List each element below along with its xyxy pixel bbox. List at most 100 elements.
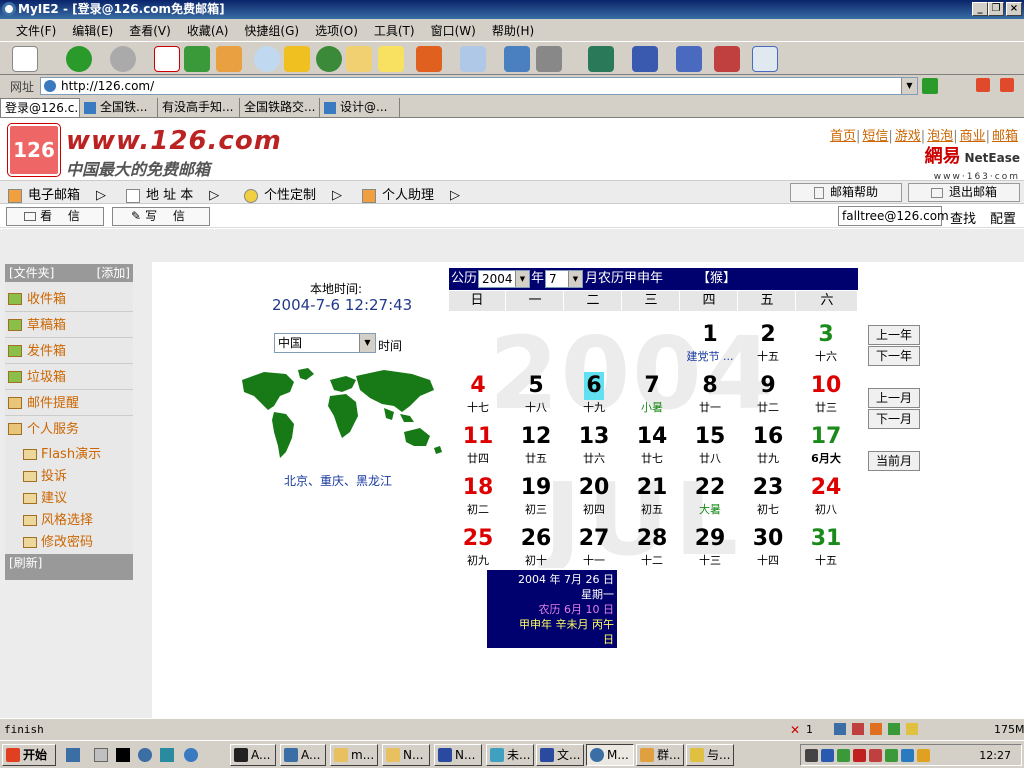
- home-icon[interactable]: [216, 46, 242, 72]
- menu-view[interactable]: 查看(V): [121, 19, 179, 39]
- calendar-day-18[interactable]: 18 初二: [449, 468, 507, 519]
- address-dropdown-icon[interactable]: ▼: [901, 78, 917, 94]
- folder-personal[interactable]: 个人服务: [5, 418, 133, 442]
- quicklaunch-4-icon[interactable]: [138, 748, 152, 762]
- calendar-day-9[interactable]: 9 廿二: [739, 366, 797, 417]
- menu-tools[interactable]: 工具(T): [366, 19, 423, 39]
- calendar-day-17[interactable]: 17 6月大: [797, 417, 855, 468]
- volume-icon[interactable]: [805, 749, 818, 762]
- folder-icon[interactable]: [346, 46, 372, 72]
- undo-close-icon[interactable]: [632, 46, 658, 72]
- quicklaunch-2-icon[interactable]: [94, 748, 108, 762]
- refresh-icon[interactable]: [184, 46, 210, 72]
- collector-icon[interactable]: [460, 46, 486, 72]
- proxy-icon[interactable]: [536, 46, 562, 72]
- chevron-down-icon[interactable]: ▼: [359, 334, 375, 352]
- close-tab-icon[interactable]: [976, 78, 990, 92]
- config-link[interactable]: 配置: [990, 208, 1016, 227]
- calendar-day-15[interactable]: 15 廿八: [681, 417, 739, 468]
- search-icon[interactable]: [254, 46, 280, 72]
- nav-email[interactable]: 电子邮箱 ▷: [8, 184, 106, 203]
- quicklaunch-ie-icon[interactable]: [184, 748, 198, 762]
- calendar-day-28[interactable]: 28 十二: [623, 519, 681, 568]
- next-month-button[interactable]: 下一月: [868, 409, 920, 429]
- menu-file[interactable]: 文件(F): [0, 19, 64, 39]
- task-3[interactable]: m...: [330, 744, 378, 766]
- new-window-icon[interactable]: [504, 46, 530, 72]
- sub-style[interactable]: 风格选择: [21, 510, 93, 532]
- world-map[interactable]: [234, 366, 446, 470]
- tray-ime-icon[interactable]: [917, 749, 930, 762]
- calendar-day-24[interactable]: 24 初八: [797, 468, 855, 519]
- restore-button[interactable]: ❐: [988, 2, 1004, 16]
- tray-qq-icon[interactable]: [885, 749, 898, 762]
- calendar-day-13[interactable]: 13 廿六: [565, 417, 623, 468]
- prev-year-button[interactable]: 上一年: [868, 325, 920, 345]
- calendar-day-14[interactable]: 14 廿七: [623, 417, 681, 468]
- calendar-day-2[interactable]: 2 十五: [739, 315, 797, 366]
- popup-blocked-icon[interactable]: ✕: [790, 723, 800, 737]
- current-month-button[interactable]: 当前月: [868, 451, 920, 471]
- status-icon-5[interactable]: [906, 723, 918, 735]
- menu-help[interactable]: 帮助(H): [484, 19, 542, 39]
- new-page-icon[interactable]: [12, 46, 38, 72]
- calendar-day-19[interactable]: 19 初三: [507, 468, 565, 519]
- task-10[interactable]: 与...: [686, 744, 734, 766]
- menu-groups[interactable]: 快捷组(G): [236, 19, 307, 39]
- tray-media-icon[interactable]: [821, 749, 834, 762]
- close-all-icon[interactable]: [1000, 78, 1014, 92]
- tile-icon[interactable]: [676, 46, 702, 72]
- month-select[interactable]: 7 ▼: [545, 270, 583, 288]
- search-link[interactable]: 查找: [950, 208, 976, 227]
- folder-reminder[interactable]: 邮件提醒: [5, 392, 133, 416]
- task-9[interactable]: 群...: [636, 744, 684, 766]
- calendar-day-11[interactable]: 11 廿四: [449, 417, 507, 468]
- tray-antivirus-icon[interactable]: [853, 749, 866, 762]
- sub-suggestion[interactable]: 建议: [21, 488, 67, 510]
- encoding-icon[interactable]: [416, 46, 442, 72]
- calendar-day-26[interactable]: 26 初十: [507, 519, 565, 568]
- quicklaunch-5-icon[interactable]: [160, 748, 174, 762]
- close-window-button[interactable]: ×: [1006, 2, 1022, 16]
- menu-options[interactable]: 选项(O): [307, 19, 366, 39]
- minimize-button[interactable]: _: [972, 2, 988, 16]
- task-6[interactable]: 未...: [486, 744, 534, 766]
- menu-edit[interactable]: 编辑(E): [64, 19, 121, 39]
- year-select[interactable]: 2004 ▼: [478, 270, 530, 288]
- task-8-active[interactable]: M...: [586, 744, 634, 766]
- favorites-star-icon[interactable]: [284, 46, 310, 72]
- folder-drafts[interactable]: 草稿箱: [5, 314, 133, 338]
- calendar-day-23[interactable]: 23 初七: [739, 468, 797, 519]
- chevron-down-icon[interactable]: ▼: [515, 271, 529, 287]
- status-icon-1[interactable]: [834, 723, 846, 735]
- task-4[interactable]: N...: [382, 744, 430, 766]
- mailbox-help-button[interactable]: 邮箱帮助: [790, 183, 902, 202]
- calendar-day-27[interactable]: 27 十一: [565, 519, 623, 568]
- nav-addressbook[interactable]: 地 址 本 ▷: [126, 184, 219, 203]
- calendar-day-10[interactable]: 10 廿三: [797, 366, 855, 417]
- chevron-down-icon[interactable]: ▼: [568, 271, 582, 287]
- read-mail-button[interactable]: 看 信: [6, 207, 104, 226]
- fullscreen-icon[interactable]: [752, 46, 778, 72]
- country-select[interactable]: 中国 ▼: [274, 333, 376, 353]
- tray-globe-icon[interactable]: [901, 749, 914, 762]
- stop-icon[interactable]: [154, 46, 180, 72]
- task-5[interactable]: N...: [434, 744, 482, 766]
- task-7[interactable]: 文...: [536, 744, 584, 766]
- cascade-icon[interactable]: [714, 46, 740, 72]
- tab-railway-2[interactable]: 全国铁路交...: [240, 98, 320, 117]
- status-icon-2[interactable]: [852, 723, 864, 735]
- menu-favorites[interactable]: 收藏(A): [179, 19, 237, 39]
- quicklaunch-desktop-icon[interactable]: [66, 748, 80, 762]
- tab-railway-1[interactable]: 全国铁...: [80, 98, 158, 117]
- quicklaunch-3-icon[interactable]: [116, 748, 130, 762]
- sub-flash[interactable]: Flash演示: [21, 444, 101, 466]
- nav-assistant[interactable]: 个人助理 ▷: [362, 184, 460, 203]
- write-mail-button[interactable]: ✎ 写 信: [112, 207, 210, 226]
- sub-complaint[interactable]: 投诉: [21, 466, 67, 488]
- back-icon[interactable]: [66, 46, 92, 72]
- notes-icon[interactable]: [378, 46, 404, 72]
- logout-button[interactable]: 退出邮箱: [908, 183, 1020, 202]
- nav-customize[interactable]: 个性定制 ▷: [244, 184, 342, 203]
- menu-window[interactable]: 窗口(W): [423, 19, 484, 39]
